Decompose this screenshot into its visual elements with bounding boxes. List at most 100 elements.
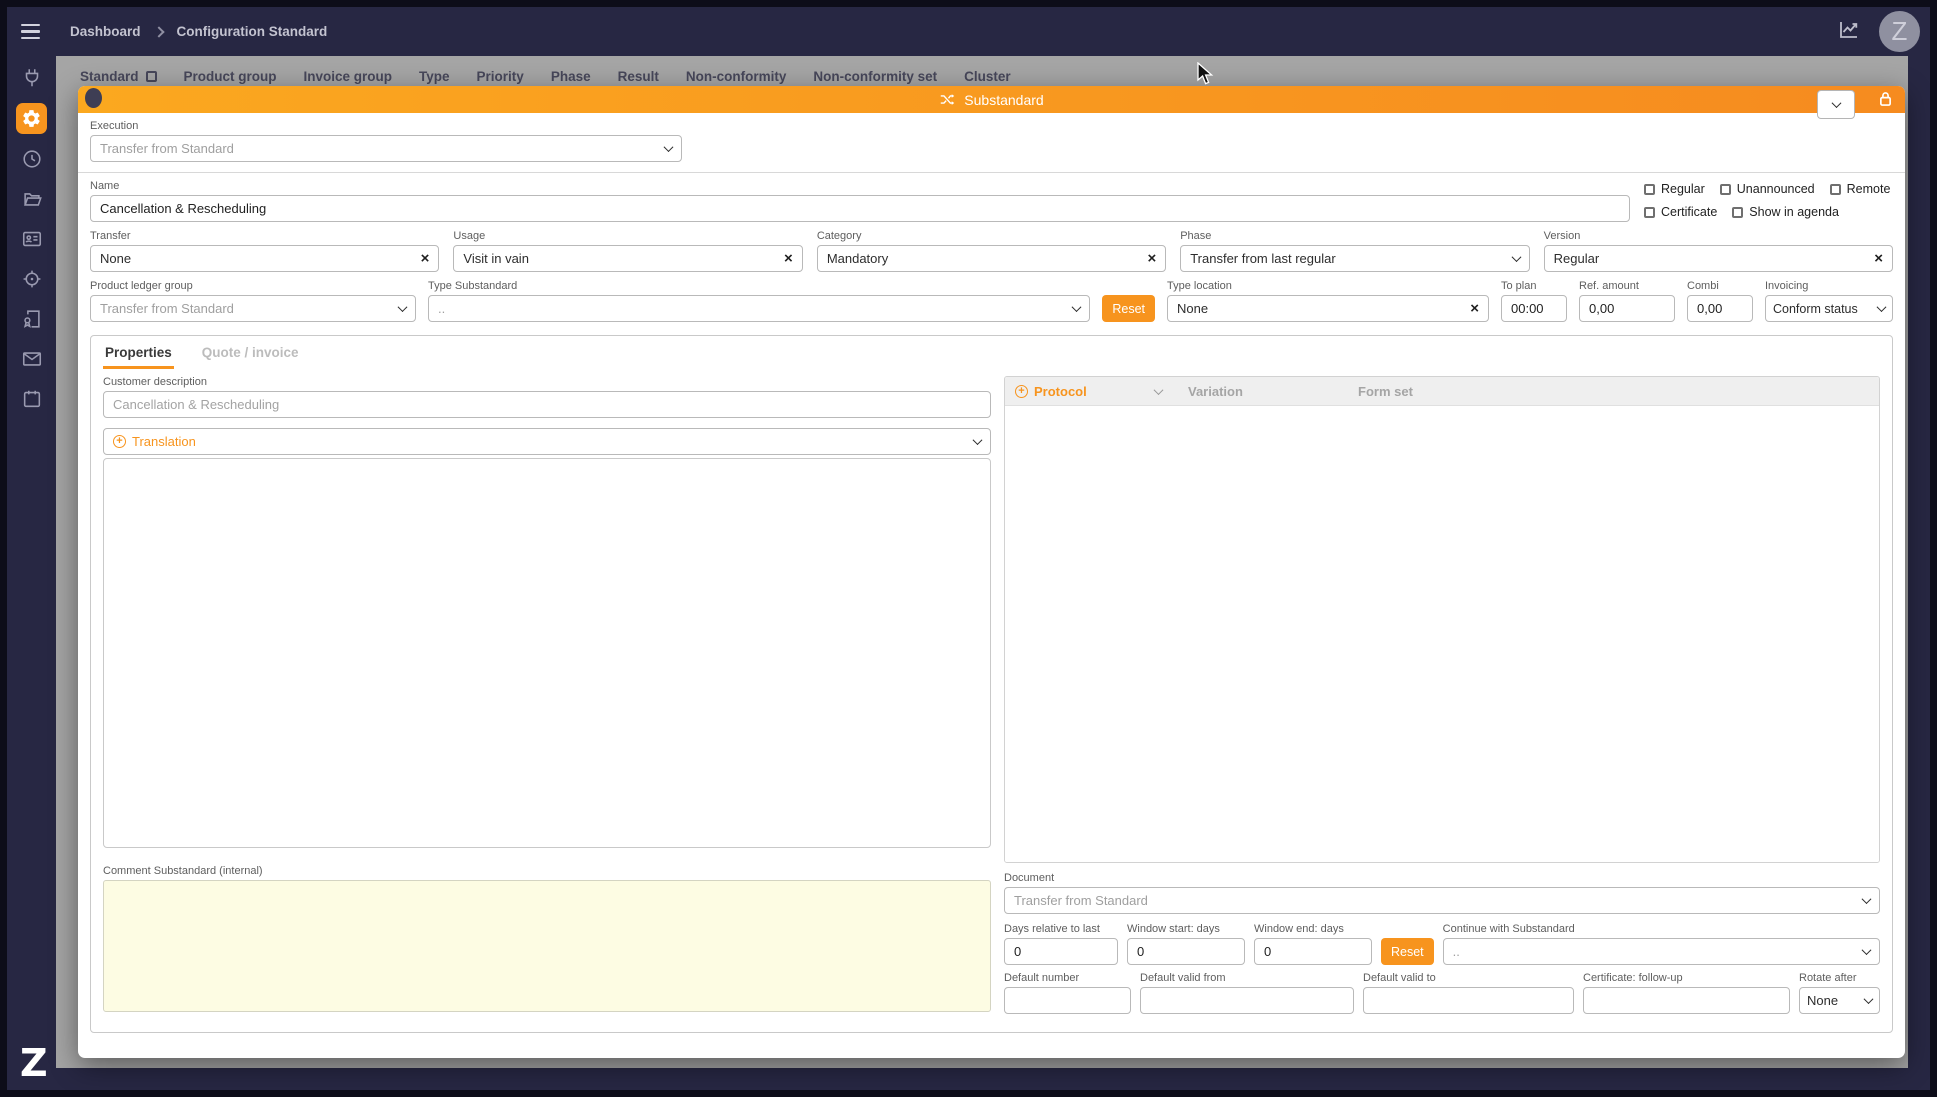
gear-icon[interactable]: [16, 103, 47, 134]
mail-icon[interactable]: [20, 347, 44, 371]
combi-input[interactable]: [1687, 295, 1753, 322]
chevron-down-icon: [1876, 302, 1887, 313]
target-icon[interactable]: [20, 267, 44, 291]
clear-icon[interactable]: ×: [421, 251, 430, 266]
document-select[interactable]: Transfer from Standard: [1004, 887, 1880, 914]
bg-tab-standard: Standard: [80, 69, 157, 84]
translation-expander[interactable]: + Translation: [103, 428, 991, 455]
checkbox-show-in-agenda[interactable]: Show in agenda: [1732, 205, 1839, 219]
combi-label: Combi: [1687, 280, 1719, 292]
bg-tab-type: Type: [419, 69, 450, 84]
name-input[interactable]: [90, 195, 1630, 222]
usage-field[interactable]: Visit in vain ×: [453, 245, 803, 272]
default-valid-to-input[interactable]: [1363, 987, 1574, 1014]
default-valid-from-label: Default valid from: [1140, 972, 1226, 984]
contact-card-icon[interactable]: [20, 227, 44, 251]
breadcrumb-dashboard[interactable]: Dashboard: [70, 24, 141, 39]
shuffle-icon: [941, 94, 955, 105]
default-number-label: Default number: [1004, 972, 1080, 984]
certificate-follow-up-label: Certificate: follow-up: [1583, 972, 1683, 984]
reset-button[interactable]: Reset: [1381, 938, 1434, 965]
window-start-input[interactable]: [1127, 938, 1245, 965]
customer-description-input[interactable]: [103, 391, 991, 418]
transfer-field[interactable]: None ×: [90, 245, 440, 272]
checkbox-regular[interactable]: Regular: [1644, 182, 1705, 196]
bg-tab-priority: Priority: [476, 69, 524, 84]
reset-button[interactable]: Reset: [1102, 295, 1155, 322]
dialog-title: Substandard: [964, 91, 1044, 108]
name-label: Name: [90, 180, 120, 192]
type-location-field[interactable]: None ×: [1167, 295, 1489, 322]
chevron-down-icon[interactable]: [1153, 384, 1164, 395]
version-field[interactable]: Regular ×: [1543, 245, 1894, 272]
plug-icon[interactable]: [20, 66, 44, 90]
version-label: Version: [1543, 230, 1581, 242]
default-valid-from-input[interactable]: [1140, 987, 1354, 1014]
usage-label: Usage: [453, 230, 486, 242]
chevron-down-icon: [1071, 302, 1082, 313]
plus-icon: +: [1015, 384, 1028, 398]
bg-tab-invoice-group: Invoice group: [303, 69, 393, 84]
clock-icon[interactable]: [20, 147, 44, 171]
ref-amount-label: Ref. amount: [1579, 280, 1639, 292]
chevron-down-icon: [1831, 98, 1841, 109]
comment-textarea[interactable]: [103, 880, 991, 1012]
rotate-after-select[interactable]: None: [1799, 987, 1880, 1014]
document-label: Document: [1004, 872, 1055, 884]
continue-with-substandard-select[interactable]: ..: [1442, 938, 1880, 965]
lock-icon[interactable]: [1879, 91, 1892, 110]
comment-label: Comment Substandard (internal): [103, 865, 263, 877]
clear-icon[interactable]: ×: [1470, 301, 1479, 316]
bg-tab-product-group: Product group: [183, 69, 277, 84]
ref-amount-input[interactable]: [1579, 295, 1675, 322]
days-relative-label: Days relative to last: [1004, 923, 1100, 935]
type-location-label: Type location: [1167, 280, 1232, 292]
type-substandard-select[interactable]: ..: [428, 295, 1091, 322]
breadcrumb-current: Configuration Standard: [176, 24, 328, 39]
to-plan-label: To plan: [1501, 280, 1537, 292]
checkbox-icon: [1644, 183, 1655, 195]
product-ledger-group-select[interactable]: Transfer from Standard: [90, 295, 416, 322]
substandard-dialog: Substandard Execution Transfer from Stan…: [78, 86, 1905, 1058]
protocol-table: + Protocol Variation Form set: [1004, 376, 1880, 863]
default-number-input[interactable]: [1004, 987, 1131, 1014]
clear-icon[interactable]: ×: [1147, 251, 1156, 266]
clear-icon[interactable]: ×: [1874, 251, 1883, 266]
invoicing-select[interactable]: Conform status: [1765, 295, 1893, 322]
execution-select[interactable]: Transfer from Standard: [90, 135, 682, 162]
checkbox-certificate[interactable]: Certificate: [1644, 205, 1717, 219]
flags-group: Regular Unannounced Remote Certificate S…: [1644, 182, 1893, 222]
window-end-input[interactable]: [1254, 938, 1372, 965]
chevron-down-icon: [972, 435, 983, 446]
tab-quote-invoice[interactable]: Quote / invoice: [200, 336, 301, 369]
drag-handle-dot: [85, 88, 102, 108]
plus-icon: +: [113, 435, 126, 448]
to-plan-input[interactable]: [1501, 295, 1567, 322]
checkbox-unannounced[interactable]: Unannounced: [1719, 182, 1815, 196]
certificate-doc-icon[interactable]: [20, 307, 44, 331]
column-form-set: Form set: [1358, 383, 1413, 399]
folder-icon[interactable]: [20, 187, 44, 211]
chart-icon[interactable]: [1837, 17, 1861, 46]
chevron-down-icon: [1861, 894, 1872, 905]
category-field[interactable]: Mandatory ×: [816, 245, 1167, 272]
dialog-header: Substandard: [78, 86, 1905, 119]
clear-icon[interactable]: ×: [784, 251, 793, 266]
days-relative-input[interactable]: [1004, 938, 1118, 965]
transfer-label: Transfer: [90, 230, 131, 242]
add-protocol-button[interactable]: + Protocol: [1015, 384, 1155, 399]
product-ledger-group-label: Product ledger group: [90, 280, 193, 292]
checkbox-remote[interactable]: Remote: [1829, 182, 1890, 196]
dialog-actions-dropdown[interactable]: [1817, 90, 1855, 119]
app-logo: Z: [20, 1041, 48, 1085]
calendar-icon[interactable]: [20, 387, 44, 411]
phase-select[interactable]: Transfer from last regular: [1180, 245, 1530, 272]
customer-description-label: Customer description: [103, 376, 207, 388]
chevron-down-icon: [1863, 994, 1874, 1005]
hamburger-menu-icon[interactable]: [21, 23, 40, 40]
bg-tab-phase: Phase: [550, 69, 591, 84]
certificate-follow-up-input[interactable]: [1583, 987, 1790, 1014]
tab-properties[interactable]: Properties: [103, 336, 174, 369]
avatar[interactable]: Z: [1879, 11, 1920, 52]
checkbox-icon: [1829, 183, 1841, 195]
